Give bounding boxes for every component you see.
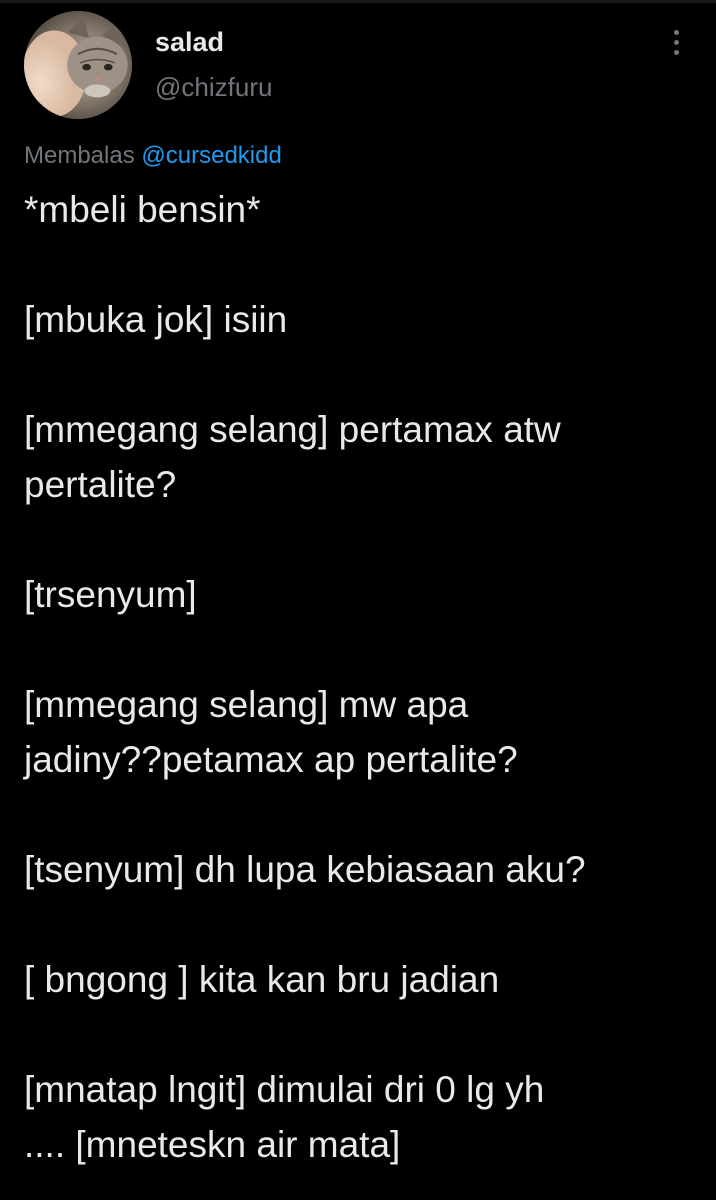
reply-mention-link[interactable]: @cursedkidd bbox=[141, 142, 281, 169]
tweet-paragraph: *mbeli bensin* bbox=[24, 189, 261, 230]
tweet-paragraph: [mmegang selang] mw apa jadiny??petamax … bbox=[24, 684, 518, 780]
tweet-paragraph: [trsenyum] bbox=[24, 574, 197, 615]
tweet-paragraph: [mnatap lngit] dimulai dri 0 lg yh .... … bbox=[24, 1069, 545, 1165]
reply-prefix: Membalas bbox=[24, 142, 135, 169]
user-handle[interactable]: @chizfuru bbox=[155, 71, 272, 103]
avatar[interactable] bbox=[24, 11, 132, 119]
display-name[interactable]: salad bbox=[155, 26, 272, 58]
reply-context: Membalas @cursedkidd bbox=[24, 141, 282, 171]
tweet-paragraph: [tsenyum] dh lupa kebiasaan aku? bbox=[24, 849, 586, 890]
tweet-paragraph: [mbuka jok] isiin bbox=[24, 299, 288, 340]
tweet-paragraph: [mmegang selang] pertamax atw pertalite? bbox=[24, 409, 561, 505]
more-vertical-icon bbox=[673, 39, 679, 45]
cat-avatar-icon bbox=[24, 11, 132, 119]
more-vertical-icon bbox=[673, 29, 679, 35]
tweet: salad @chizfuru Membalas @cursedkidd *mb… bbox=[0, 0, 716, 1200]
tweet-paragraph: [ bngong ] kita kan bru jadian bbox=[24, 959, 500, 1000]
more-options-button[interactable] bbox=[660, 26, 692, 58]
tweet-author[interactable]: salad @chizfuru bbox=[155, 26, 272, 103]
more-vertical-icon bbox=[673, 49, 679, 55]
tweet-body: *mbeli bensin* [mbuka jok] isiin [mmegan… bbox=[24, 182, 696, 1172]
